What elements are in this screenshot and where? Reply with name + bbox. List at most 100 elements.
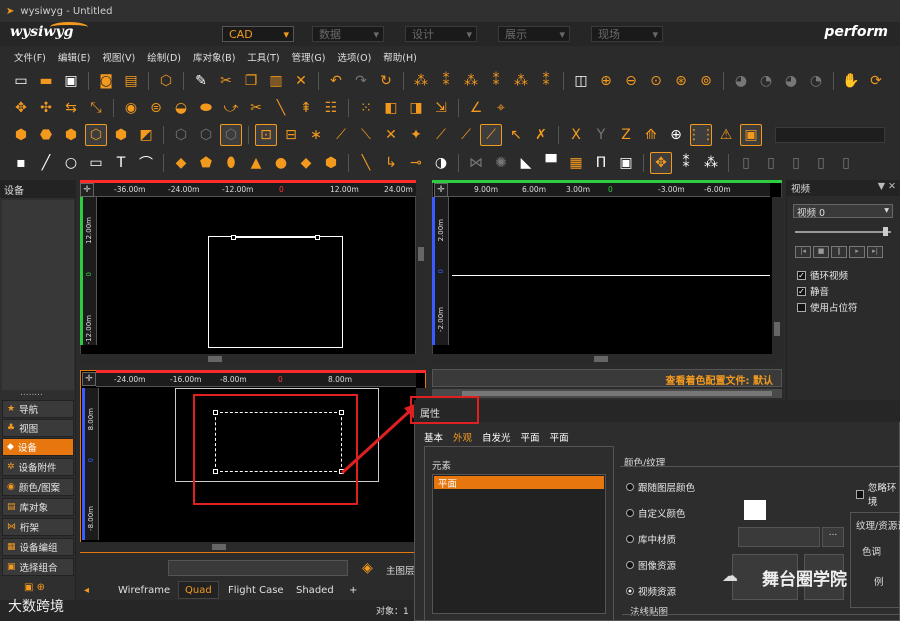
curtain-icon[interactable]: Π <box>590 152 612 174</box>
coord-icon[interactable]: ⌖ <box>490 97 512 119</box>
snap-polar-icon[interactable]: ✗ <box>530 124 552 146</box>
nav-item-fixtures[interactable]: ◆ 设备 <box>2 438 74 456</box>
panel-tool-icon[interactable]: ▣ ⊕ <box>24 582 45 593</box>
scrollbar-h[interactable] <box>432 354 782 364</box>
snap-track-icon[interactable]: ↖ <box>505 124 527 146</box>
lock-icon[interactable]: ⊕ <box>665 124 687 146</box>
cut-icon[interactable]: ✂ <box>215 70 237 92</box>
trim-icon[interactable]: ✂ <box>245 97 267 119</box>
nav-item-navigation[interactable]: ★ 导航 <box>2 400 74 418</box>
mute-checkbox[interactable]: ✓ 静音 <box>797 284 829 298</box>
menu-tools[interactable]: 工具(T) <box>247 50 279 64</box>
nav-item-colors[interactable]: ◉ 颜色/图案 <box>2 478 74 496</box>
handle[interactable] <box>231 235 236 240</box>
console-icon[interactable]: ⁂ <box>700 152 722 174</box>
scrollbar-v[interactable] <box>772 197 782 354</box>
nav-item-views[interactable]: ♣ 视图 <box>2 419 74 437</box>
menu-view[interactable]: 视图(V) <box>102 50 135 64</box>
zoom-out-icon[interactable]: ⊖ <box>620 70 642 92</box>
skip-start-icon[interactable]: |◂ <box>795 246 811 258</box>
pen-icon[interactable]: ✎ <box>190 70 212 92</box>
view-back-icon[interactable]: ⬢ <box>110 124 132 146</box>
angle-icon[interactable]: ∠ <box>465 97 487 119</box>
tab-flight-case[interactable]: Flight Case <box>222 581 290 599</box>
nav-item-library[interactable]: ▤ 库对象 <box>2 498 74 516</box>
view-top-icon[interactable]: ⬢ <box>10 124 32 146</box>
circle-icon[interactable]: ○ <box>60 152 82 174</box>
zoom-window-icon[interactable]: ⊛ <box>670 70 692 92</box>
color-swatch[interactable] <box>744 500 766 520</box>
snap-perp-icon[interactable]: ⟋ <box>330 124 352 146</box>
refresh-icon[interactable]: ↻ <box>375 70 397 92</box>
snap-quad-icon[interactable]: ✦ <box>405 124 427 146</box>
mode-design[interactable]: 设计 ▾ <box>405 26 477 42</box>
loop-video-checkbox[interactable]: ✓ 循环视频 <box>797 268 848 282</box>
ortho-icon[interactable]: ⟰ <box>640 124 662 146</box>
scrollbar-h[interactable] <box>80 354 416 364</box>
view-front-icon[interactable]: ⬣ <box>35 124 57 146</box>
tab-emissive[interactable]: 自发光 <box>482 430 511 444</box>
pause-icon[interactable]: ‖ <box>831 246 847 258</box>
slider-handle[interactable] <box>883 227 888 236</box>
select-prev-icon[interactable]: ⁑ <box>485 70 507 92</box>
text-icon[interactable]: T <box>110 152 132 174</box>
wire-box-icon[interactable]: ⬡ <box>170 124 192 146</box>
block-icon[interactable]: ⬟ <box>195 152 217 174</box>
explode-icon[interactable]: ⁙ <box>355 97 377 119</box>
print-preview-icon[interactable]: ◙ <box>95 70 117 92</box>
clamp-icon[interactable]: ⊸ <box>405 152 427 174</box>
rectangle-icon[interactable]: ▭ <box>85 152 107 174</box>
play-icon[interactable]: ▸ <box>849 246 865 258</box>
toolbar-combo[interactable] <box>775 127 885 143</box>
material-field[interactable] <box>738 527 820 547</box>
hand-icon[interactable]: ✋ <box>840 70 862 92</box>
screen-icon[interactable]: ▀ <box>540 152 562 174</box>
axis-y-icon[interactable]: Y <box>590 124 612 146</box>
menu-options[interactable]: 选项(O) <box>337 50 371 64</box>
select-inverse-icon[interactable]: ⁑ <box>535 70 557 92</box>
tab-add[interactable]: + <box>343 581 363 599</box>
camera-icon[interactable]: ▣ <box>615 152 637 174</box>
rig-d-icon[interactable]: ▯ <box>810 152 832 174</box>
radio-follow-layer[interactable]: 跟随图层颜色 <box>626 480 695 494</box>
rig-icon[interactable]: ▯ <box>735 152 757 174</box>
warning-icon[interactable]: ⚠ <box>715 124 737 146</box>
zoom-fit-icon[interactable]: ⊙ <box>645 70 667 92</box>
radio-image-resource[interactable]: 图像资源 <box>626 558 676 572</box>
prism-icon[interactable]: ⬢ <box>320 152 342 174</box>
plane-object-top[interactable] <box>208 236 343 348</box>
pipe-icon[interactable]: ◒ <box>170 97 192 119</box>
fillet-icon[interactable]: ⤻ <box>220 97 242 119</box>
hook-icon[interactable]: ↳ <box>380 152 402 174</box>
group-icon[interactable]: ◧ <box>380 97 402 119</box>
effect-icon[interactable]: ✥ <box>650 152 672 174</box>
ignore-env-checkbox[interactable]: 忽略环境 <box>856 480 900 508</box>
handle[interactable] <box>315 235 320 240</box>
open-folder-icon[interactable]: ▬ <box>35 70 57 92</box>
paste-icon[interactable]: ▥ <box>265 70 287 92</box>
snap-mid-icon[interactable]: ⊟ <box>280 124 302 146</box>
view-iso-icon[interactable]: ⬡ <box>85 124 107 146</box>
viewport-corner-icon[interactable]: ✛ <box>434 183 448 197</box>
radio-custom-color[interactable]: 自定义颜色 <box>626 506 686 520</box>
tab-quad[interactable]: Quad <box>178 581 219 599</box>
select-class-icon[interactable]: ⁑ <box>435 70 457 92</box>
element-list-item[interactable]: 平面 <box>434 476 604 490</box>
snap-near-icon[interactable]: ⟋ <box>430 124 452 146</box>
scrollbar-v[interactable] <box>416 197 426 354</box>
cylinder-icon[interactable]: ⬮ <box>220 152 242 174</box>
align-icon[interactable]: ◉ <box>120 97 142 119</box>
ungroup-icon[interactable]: ◨ <box>405 97 427 119</box>
placeholder-checkbox[interactable]: 使用占位符 <box>797 300 858 314</box>
zoom-in-icon[interactable]: ⊕ <box>595 70 617 92</box>
menu-file[interactable]: 文件(F) <box>14 50 46 64</box>
frame-icon[interactable]: ▣ <box>740 124 762 146</box>
light-icon[interactable]: ✺ <box>490 152 512 174</box>
undo-icon[interactable]: ↶ <box>325 70 347 92</box>
select-loop-icon[interactable]: ⁂ <box>510 70 532 92</box>
mode-cad[interactable]: CAD ▾ <box>222 26 294 42</box>
rig-c-icon[interactable]: ▯ <box>785 152 807 174</box>
tab-shaded[interactable]: Shaded <box>290 581 340 599</box>
3d-box-icon[interactable]: ⬡ <box>155 70 177 92</box>
axis-x-icon[interactable]: X <box>565 124 587 146</box>
